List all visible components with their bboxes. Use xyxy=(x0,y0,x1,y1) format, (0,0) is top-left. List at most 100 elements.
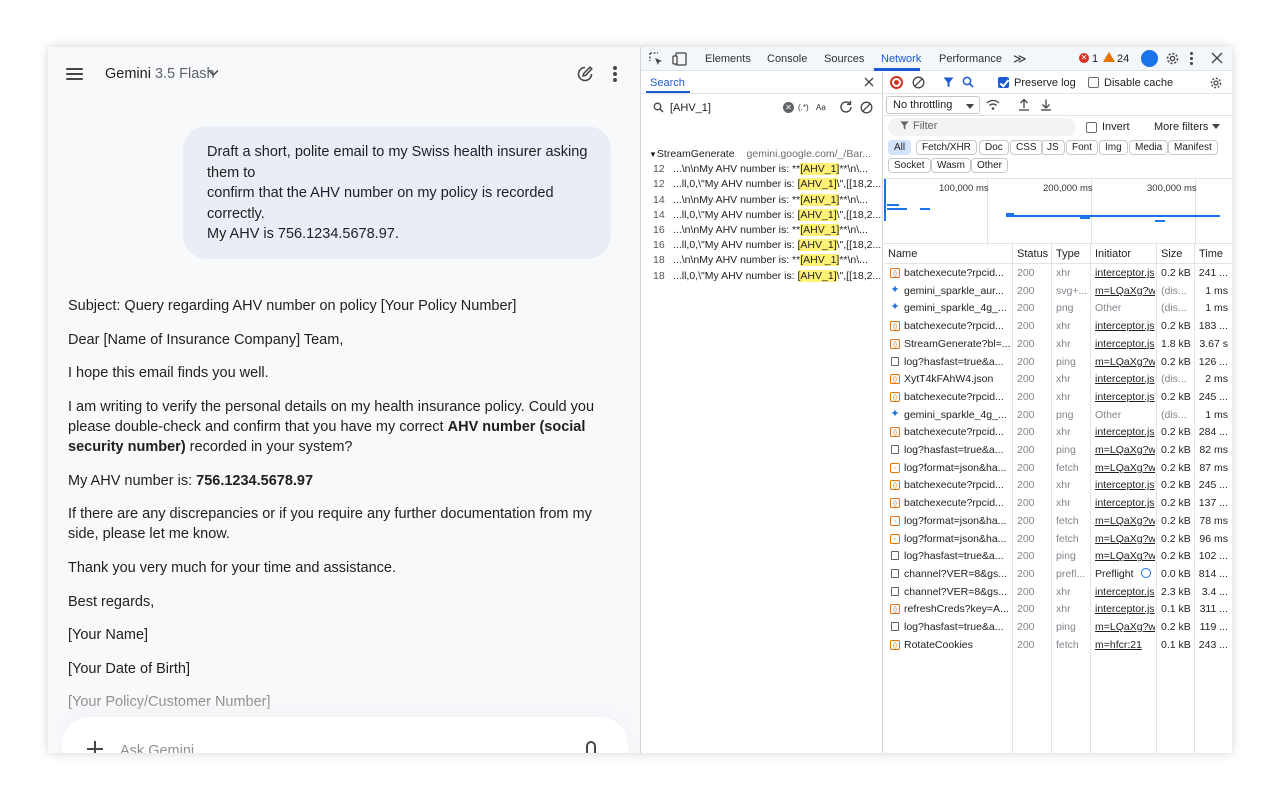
device-toolbar-icon[interactable] xyxy=(672,52,687,66)
table-row[interactable]: {} StreamGenerate?bl=... 200 xhr interceptor… xyxy=(884,335,1232,352)
request-initiator[interactable]: m=LQaXg?w xyxy=(1095,533,1155,545)
request-initiator[interactable]: Other xyxy=(1095,409,1155,421)
request-initiator[interactable]: interceptor.js xyxy=(1095,338,1155,350)
invert-checkbox[interactable] xyxy=(1086,122,1097,133)
model-selector[interactable]: Gemini 3.5 Flash xyxy=(105,66,215,82)
request-initiator[interactable]: m=LQaXg?w xyxy=(1095,550,1155,562)
table-row[interactable]: channel?VER=8&gs... 200 xhr interceptor.js 2… xyxy=(884,583,1232,600)
filter-chip-js[interactable]: JS xyxy=(1041,140,1065,155)
match-case-toggle[interactable]: Aa xyxy=(816,103,826,112)
refresh-icon[interactable] xyxy=(839,100,853,114)
column-header-type[interactable]: Type xyxy=(1056,248,1080,260)
filter-chip-media[interactable]: Media xyxy=(1129,140,1169,155)
clear-log-icon[interactable] xyxy=(912,76,925,89)
search-input[interactable]: [AHV_1] ✕ (.*) Aa xyxy=(647,99,827,117)
filter-chip-doc[interactable]: Doc xyxy=(979,140,1009,155)
table-row[interactable]: {} RotateCookies 200 fetch m=hfcr:21 0.1 kB 24… xyxy=(884,636,1232,653)
request-initiator[interactable]: m=LQaXg?w xyxy=(1095,462,1155,474)
search-result-line[interactable]: 14 ...ll,0,\"My AHV number is: [AHV_1]\",… xyxy=(653,209,881,221)
preserve-log-checkbox[interactable] xyxy=(998,77,1009,88)
prompt-input-box[interactable]: Ask Gemini xyxy=(62,717,628,753)
network-overview-timeline[interactable]: 100,000 ms 200,000 ms 300,000 ms xyxy=(884,178,1232,245)
request-initiator[interactable]: Other xyxy=(1095,302,1155,314)
more-filters-dropdown[interactable]: More filters xyxy=(1154,121,1221,133)
add-icon[interactable] xyxy=(87,741,103,753)
filter-chip-css[interactable]: CSS xyxy=(1010,140,1043,155)
request-initiator[interactable]: m=LQaXg?w xyxy=(1095,285,1155,297)
close-search-icon[interactable] xyxy=(863,76,875,88)
column-header-time[interactable]: Time xyxy=(1199,248,1223,260)
table-row[interactable]: log?hasfast=true&a... 200 ping m=LQaXg?w 0.2… xyxy=(884,547,1232,564)
request-initiator[interactable]: interceptor.js xyxy=(1095,603,1155,615)
filter-chip-all[interactable]: All xyxy=(888,140,912,155)
filter-chip-manifest[interactable]: Manifest xyxy=(1168,140,1218,155)
table-row[interactable]: {} batchexecute?rpcid... 200 xhr interceptor… xyxy=(884,476,1232,493)
search-result-file[interactable]: ▼StreamGenerate gemini.google.com/_/Bar..… xyxy=(649,148,871,160)
request-initiator[interactable]: interceptor.js xyxy=(1095,373,1155,385)
tab-network[interactable]: Network xyxy=(881,53,921,65)
column-header-name[interactable]: Name xyxy=(888,248,917,260)
devtools-menu-icon[interactable] xyxy=(1190,52,1194,66)
warning-icon[interactable] xyxy=(1103,52,1115,62)
request-initiator[interactable]: interceptor.js xyxy=(1095,497,1155,509)
request-initiator[interactable]: interceptor.js xyxy=(1095,479,1155,491)
request-initiator[interactable]: interceptor.js xyxy=(1095,267,1155,279)
request-initiator[interactable]: interceptor.js xyxy=(1095,586,1155,598)
table-row[interactable]: ✦ gemini_sparkle_aur... 200 svg+... m=LQaXg?… xyxy=(884,282,1232,299)
table-row[interactable]: channel?VER=8&gs... 200 prefl... Preflight 0… xyxy=(884,565,1232,582)
table-row[interactable]: log?hasfast=true&a... 200 ping m=LQaXg?w 0.2… xyxy=(884,441,1232,458)
request-initiator[interactable]: m=LQaXg?w xyxy=(1095,515,1155,527)
table-row[interactable]: log?hasfast=true&a... 200 ping m=LQaXg?w 0.2… xyxy=(884,618,1232,635)
error-icon[interactable]: ✕ xyxy=(1079,53,1089,63)
table-row[interactable]: {} batchexecute?rpcid... 200 xhr interceptor… xyxy=(884,494,1232,511)
network-search-icon[interactable] xyxy=(962,76,974,88)
import-har-icon[interactable] xyxy=(1018,98,1030,111)
filter-chip-font[interactable]: Font xyxy=(1066,140,1099,155)
search-result-line[interactable]: 12 ...\n\nMy AHV number is: **[AHV_1]**\n… xyxy=(653,163,868,175)
network-conditions-icon[interactable] xyxy=(986,99,1000,111)
prompt-input-placeholder[interactable]: Ask Gemini xyxy=(120,743,194,753)
request-initiator[interactable]: interceptor.js xyxy=(1095,426,1155,438)
overview-selection-handle[interactable] xyxy=(884,179,886,221)
table-row[interactable]: ▫ log?format=json&ha... 200 fetch m=LQaXg?w 0… xyxy=(884,459,1232,476)
filter-chip-fetch-xhr[interactable]: Fetch/XHR xyxy=(916,140,977,155)
table-row[interactable]: log?hasfast=true&a... 200 ping m=LQaXg?w 0.2… xyxy=(884,353,1232,370)
error-count[interactable]: 1 xyxy=(1092,53,1098,65)
table-row[interactable]: ▫ log?format=json&ha... 200 fetch m=LQaXg?w 0… xyxy=(884,512,1232,529)
request-initiator[interactable]: m=hfcr:21 xyxy=(1095,639,1155,651)
request-initiator[interactable]: m=LQaXg?w xyxy=(1095,356,1155,368)
warning-count[interactable]: 24 xyxy=(1117,53,1129,65)
settings-gear-icon[interactable] xyxy=(1165,51,1180,66)
clear-search-icon[interactable]: ✕ xyxy=(783,102,794,113)
filter-chip-img[interactable]: Img xyxy=(1099,140,1128,155)
filter-chip-other[interactable]: Other xyxy=(971,158,1009,173)
search-result-line[interactable]: 18 ...ll,0,\"My AHV number is: [AHV_1]\",… xyxy=(653,270,881,282)
clear-results-icon[interactable] xyxy=(860,101,873,114)
column-header-size[interactable]: Size xyxy=(1161,248,1182,260)
profile-icon[interactable] xyxy=(1141,50,1158,67)
search-result-line[interactable]: 18 ...\n\nMy AHV number is: **[AHV_1]**\n… xyxy=(653,254,868,266)
more-tabs-icon[interactable]: ≫ xyxy=(1013,51,1027,67)
table-row[interactable]: {} refreshCreds?key=A... 200 xhr interceptor… xyxy=(884,600,1232,617)
table-row[interactable]: {} XytT4kFAhW4.json 200 xhr interceptor.js (d… xyxy=(884,370,1232,387)
column-header-initiator[interactable]: Initiator xyxy=(1095,248,1131,260)
request-initiator[interactable]: interceptor.js xyxy=(1095,391,1155,403)
table-row[interactable]: {} batchexecute?rpcid... 200 xhr interceptor… xyxy=(884,388,1232,405)
search-panel-title[interactable]: Search xyxy=(650,77,685,89)
table-row[interactable]: {} batchexecute?rpcid... 200 xhr interceptor… xyxy=(884,264,1232,281)
column-header-status[interactable]: Status xyxy=(1017,248,1048,260)
throttling-select[interactable]: No throttling xyxy=(886,96,980,114)
search-query[interactable]: [AHV_1] xyxy=(670,102,711,114)
mic-icon[interactable] xyxy=(586,741,596,753)
request-initiator[interactable]: interceptor.js xyxy=(1095,320,1155,332)
filter-chip-socket[interactable]: Socket xyxy=(888,158,931,173)
record-icon[interactable] xyxy=(890,76,903,89)
tab-console[interactable]: Console xyxy=(767,53,807,65)
disable-cache-checkbox[interactable] xyxy=(1088,77,1099,88)
table-row[interactable]: ▫ log?format=json&ha... 200 fetch m=LQaXg?w 0… xyxy=(884,530,1232,547)
inspect-element-icon[interactable] xyxy=(649,52,663,66)
new-chat-icon[interactable] xyxy=(576,65,594,83)
more-options-icon[interactable] xyxy=(612,66,618,82)
network-settings-icon[interactable] xyxy=(1209,76,1223,90)
search-result-line[interactable]: 16 ...ll,0,\"My AHV number is: [AHV_1]\",… xyxy=(653,239,881,251)
